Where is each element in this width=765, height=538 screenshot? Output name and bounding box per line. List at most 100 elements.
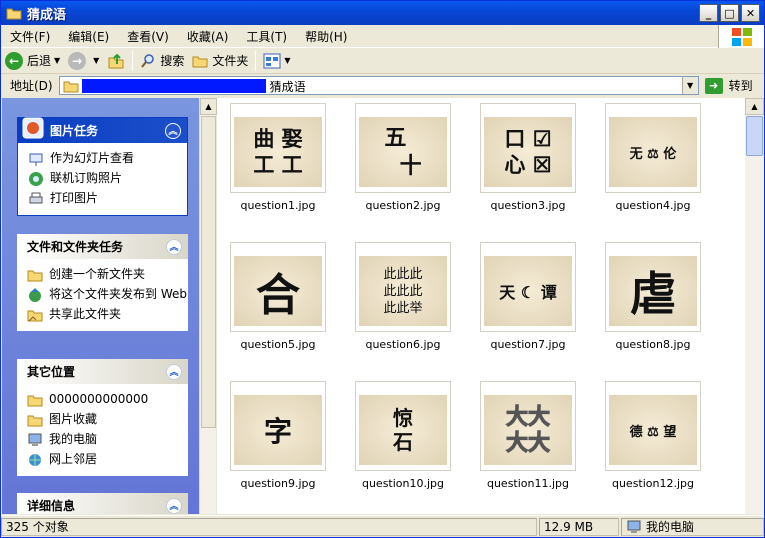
menu-file[interactable]: 文件(F) xyxy=(1,28,59,45)
task-share-folder[interactable]: 共享此文件夹 xyxy=(27,305,188,325)
address-bar: 地址(D) 猜成语 ▼ ➜ 转到 xyxy=(1,74,764,97)
views-icon xyxy=(263,53,281,68)
place-parent-folder[interactable]: 0000000000000 xyxy=(27,390,188,410)
task-print[interactable]: 打印图片 xyxy=(28,189,187,209)
search-button[interactable]: 搜索 xyxy=(136,50,188,72)
place-my-pictures[interactable]: 图片收藏 xyxy=(27,410,188,430)
minimize-button[interactable]: _ xyxy=(699,4,718,22)
thumbnail: 天 ☾ 谭 xyxy=(480,242,576,332)
chevron-down-icon[interactable]: ▼ xyxy=(681,77,698,94)
details-panel: 详细信息 ︽ xyxy=(17,493,188,514)
folder-icon xyxy=(192,56,208,67)
views-button[interactable]: ▼ xyxy=(259,50,294,72)
picture-tasks-icon xyxy=(22,117,44,138)
file-name: question5.jpg xyxy=(240,338,316,351)
folder-icon xyxy=(27,395,43,407)
file-item[interactable]: 曲 娶 工 工 question1.jpg xyxy=(217,98,327,220)
task-slideshow[interactable]: 作为幻灯片查看 xyxy=(28,149,187,169)
file-tasks-body: 创建一个新文件夹 将这个文件夹发布到 Web 共享此文件夹 xyxy=(17,259,188,331)
thumbnail: 大大 大大 xyxy=(480,381,576,471)
forward-button[interactable]: → ▼ xyxy=(64,50,103,72)
thumbnail: 此此此 此此此 此此举 xyxy=(355,242,451,332)
thumbnail-image: 字 xyxy=(234,395,322,465)
menu-help[interactable]: 帮助(H) xyxy=(296,28,356,45)
file-item[interactable]: 五 十 question2.jpg xyxy=(342,98,452,220)
menu-tools[interactable]: 工具(T) xyxy=(237,28,296,45)
file-item[interactable]: 德 ⚖ 望 question12.jpg xyxy=(592,376,702,498)
task-label: 创建一个新文件夹 xyxy=(49,267,146,281)
folder-icon xyxy=(6,8,22,20)
file-item[interactable]: 大大 大大 question11.jpg xyxy=(467,376,577,498)
file-item[interactable]: 口 ☑ 心 ☒ question3.jpg xyxy=(467,98,577,220)
maximize-button[interactable]: □ xyxy=(720,4,739,22)
chevron-down-icon[interactable]: ▼ xyxy=(93,56,99,65)
scroll-up-icon[interactable]: ▲ xyxy=(745,98,764,115)
forward-arrow-icon: → xyxy=(68,51,87,70)
file-item[interactable]: 天 ☾ 谭 question7.jpg xyxy=(467,237,577,359)
file-item[interactable]: 无 ⚖ 伦 question4.jpg xyxy=(592,98,702,220)
collapse-chevron-icon[interactable]: ︽ xyxy=(166,363,182,380)
close-button[interactable]: ✕ xyxy=(741,4,760,22)
task-pane: 图片任务 ︽ 作为幻灯片查看 联机订购照片 打印图片 文件和文件夹任务 ︽ 创建… xyxy=(2,98,199,514)
task-label: 联机订购照片 xyxy=(50,171,123,185)
computer-icon xyxy=(627,520,641,533)
place-label: 0000000000000 xyxy=(49,392,149,406)
status-size: 12.9 MB xyxy=(539,517,619,536)
file-tasks-panel: 文件和文件夹任务 ︽ 创建一个新文件夹 将这个文件夹发布到 Web 共享此文件夹 xyxy=(17,234,188,331)
address-path-tail: 猜成语 xyxy=(269,80,306,94)
thumbnail: 曲 娶 工 工 xyxy=(230,103,326,193)
other-places-header[interactable]: 其它位置 ︽ xyxy=(17,359,188,384)
file-item[interactable]: 惊 石 question10.jpg xyxy=(342,376,452,498)
folders-button[interactable]: 文件夹 xyxy=(188,50,252,72)
up-button[interactable] xyxy=(103,50,129,72)
file-list-scrollbar[interactable]: ▲ xyxy=(745,98,764,514)
thumbnail: 德 ⚖ 望 xyxy=(605,381,701,471)
place-label: 图片收藏 xyxy=(49,412,98,426)
place-network[interactable]: 网上邻居 xyxy=(27,450,188,470)
file-name: question12.jpg xyxy=(611,477,695,490)
picture-tasks-header[interactable]: 图片任务 ︽ xyxy=(18,117,187,143)
task-new-folder[interactable]: 创建一个新文件夹 xyxy=(27,265,188,285)
file-name: question4.jpg xyxy=(615,199,691,212)
place-label: 网上邻居 xyxy=(49,452,98,466)
folder-up-icon xyxy=(108,53,124,68)
scroll-thumb[interactable] xyxy=(746,116,763,156)
task-publish-web[interactable]: 将这个文件夹发布到 Web xyxy=(27,285,188,305)
file-name: question7.jpg xyxy=(490,338,566,351)
place-my-computer[interactable]: 我的电脑 xyxy=(27,430,188,450)
file-tasks-title: 文件和文件夹任务 xyxy=(27,240,124,254)
task-order-prints[interactable]: 联机订购照片 xyxy=(28,169,187,189)
chevron-down-icon[interactable]: ▼ xyxy=(284,56,290,65)
file-item[interactable]: 此此此 此此此 此此举 question6.jpg xyxy=(342,237,452,359)
address-input[interactable]: 猜成语 ▼ xyxy=(58,76,699,95)
go-button[interactable]: ➜ 转到 xyxy=(704,77,753,94)
go-label: 转到 xyxy=(728,79,753,93)
other-places-title: 其它位置 xyxy=(27,365,76,379)
picture-tasks-panel: 图片任务 ︽ 作为幻灯片查看 联机订购照片 打印图片 xyxy=(17,117,188,216)
file-tasks-header[interactable]: 文件和文件夹任务 ︽ xyxy=(17,234,188,259)
menu-favorites[interactable]: 收藏(A) xyxy=(178,28,238,45)
task-label: 作为幻灯片查看 xyxy=(50,151,135,165)
thumbnail: 字 xyxy=(230,381,326,471)
collapse-chevron-icon[interactable]: ︽ xyxy=(166,238,182,255)
thumbnail: 五 十 xyxy=(355,103,451,193)
place-label: 我的电脑 xyxy=(49,432,98,446)
file-item[interactable]: 合 question5.jpg xyxy=(217,237,327,359)
menu-view[interactable]: 查看(V) xyxy=(118,28,178,45)
menu-edit[interactable]: 编辑(E) xyxy=(59,28,118,45)
scroll-thumb[interactable] xyxy=(201,116,216,428)
file-item[interactable]: 字 question9.jpg xyxy=(217,376,327,498)
chevron-down-icon[interactable]: ▼ xyxy=(54,56,60,65)
title-bar[interactable]: 猜成语 _ □ ✕ xyxy=(1,1,764,25)
back-button[interactable]: ← 后退 ▼ xyxy=(1,50,64,72)
toolbar-divider xyxy=(255,50,257,71)
scroll-up-icon[interactable]: ▲ xyxy=(200,98,217,115)
file-item[interactable]: 虐 question8.jpg xyxy=(592,237,702,359)
file-name: question11.jpg xyxy=(486,477,570,490)
task-pane-scrollbar[interactable]: ▲ xyxy=(199,98,217,514)
collapse-chevron-icon[interactable]: ︽ xyxy=(165,122,181,139)
details-header[interactable]: 详细信息 ︽ xyxy=(17,493,188,514)
thumbnail: 口 ☑ 心 ☒ xyxy=(480,103,576,193)
status-zone-label: 我的电脑 xyxy=(646,520,695,534)
collapse-chevron-icon[interactable]: ︽ xyxy=(166,497,182,514)
